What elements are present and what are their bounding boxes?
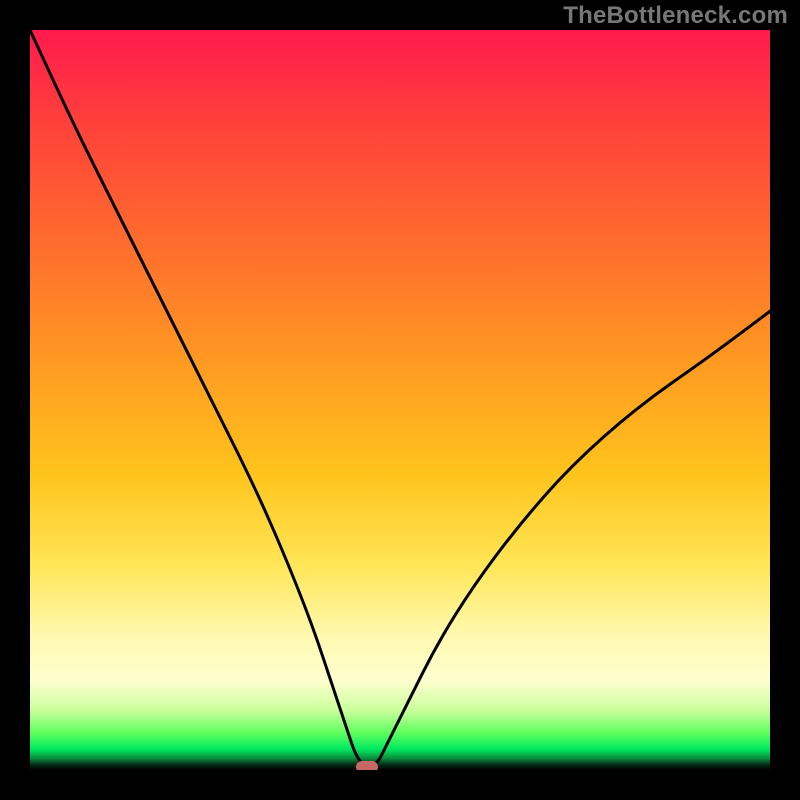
chart-frame: TheBottleneck.com bbox=[0, 0, 800, 800]
plot-area bbox=[30, 30, 770, 770]
bottleneck-curve bbox=[30, 30, 770, 770]
optimal-point-marker bbox=[356, 761, 378, 770]
watermark-text: TheBottleneck.com bbox=[563, 2, 788, 30]
